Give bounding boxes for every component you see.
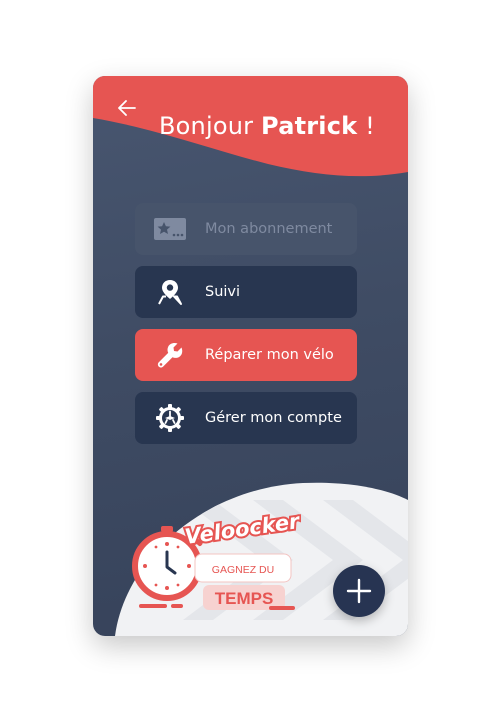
map-pin-icon	[153, 278, 187, 306]
menu-item-label: Réparer mon vélo	[205, 347, 334, 363]
menu-item-label: Gérer mon compte	[205, 410, 342, 426]
add-button[interactable]	[333, 565, 385, 617]
main-menu: Mon abonnement Suivi Réparer mon vélo Gé…	[135, 203, 357, 455]
menu-item-label: Suivi	[205, 284, 241, 300]
tagline-bottom: TEMPS	[215, 589, 274, 608]
menu-item-label: Mon abonnement	[205, 221, 333, 237]
menu-item-subscription: Mon abonnement	[135, 203, 357, 255]
app-screen: Bonjour Patrick ! Mon abonnement Suivi R…	[0, 0, 500, 728]
menu-item-account[interactable]: Gérer mon compte	[135, 392, 357, 444]
plus-icon	[346, 578, 372, 604]
gear-icon	[153, 404, 187, 432]
menu-card: Bonjour Patrick ! Mon abonnement Suivi R…	[93, 76, 408, 636]
menu-item-tracking[interactable]: Suivi	[135, 266, 357, 318]
veloocker-logo: Veloocker GAGNEZ DU TEMPS	[132, 510, 301, 610]
user-name: Patrick	[261, 112, 358, 140]
back-button[interactable]	[115, 96, 139, 120]
tagline-top: GAGNEZ DU	[212, 564, 274, 576]
brand-name: Veloocker	[183, 510, 301, 549]
greeting-title: Bonjour Patrick !	[159, 112, 375, 140]
greeting-suffix: !	[365, 112, 375, 140]
wrench-icon	[153, 341, 187, 369]
arrow-left-icon	[118, 100, 136, 116]
greeting-prefix: Bonjour	[159, 112, 254, 140]
menu-item-repair[interactable]: Réparer mon vélo	[135, 329, 357, 381]
membership-card-icon	[153, 215, 187, 243]
